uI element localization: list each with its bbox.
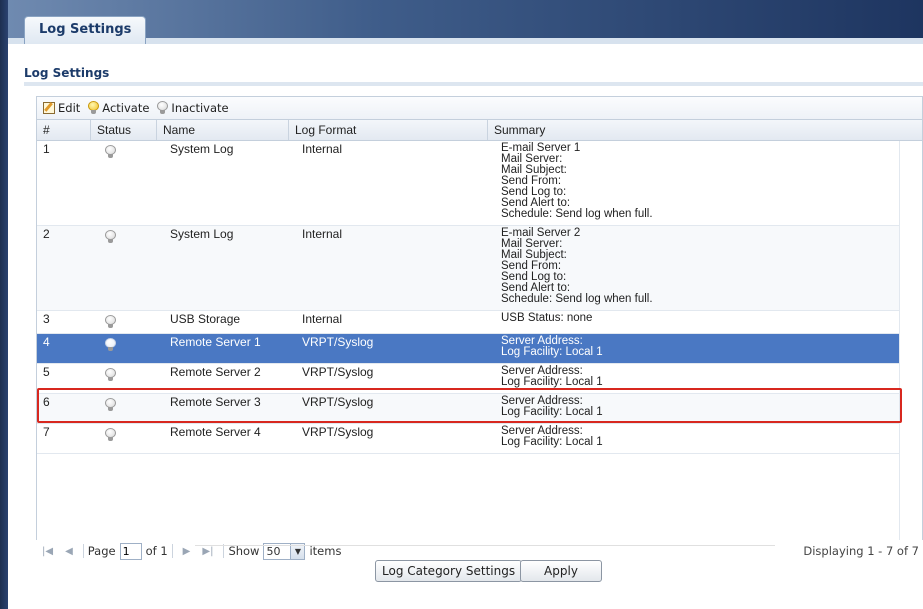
section-title: Log Settings: [24, 66, 110, 80]
row-status[interactable]: [99, 145, 119, 162]
summary-line: Schedule: Send log when full.: [501, 293, 653, 305]
log-category-settings-button[interactable]: Log Category Settings: [375, 560, 523, 582]
row-name: System Log: [170, 142, 234, 156]
pager-divider: [82, 544, 84, 558]
table-toolbar: Edit Activate Inactivate: [37, 97, 922, 119]
row-number: 2: [43, 227, 50, 241]
summary-line: USB Status: none: [501, 312, 593, 324]
row-name: Remote Server 2: [170, 365, 261, 379]
row-summary: E-mail Server 2 Mail Server: Mail Subject:…: [495, 227, 895, 305]
summary-line: Log Facility: Local 1: [501, 436, 603, 448]
row-number: 7: [43, 425, 50, 439]
edit-label: Edit: [58, 101, 81, 115]
footer-divider: [195, 545, 775, 546]
column-header-log-format[interactable]: Log Format: [289, 120, 488, 140]
section-divider: [24, 82, 923, 86]
row-number: 5: [43, 365, 50, 379]
last-page-icon[interactable]: ▶|: [196, 546, 219, 557]
edit-icon: [43, 102, 55, 114]
pager-divider: [171, 544, 173, 558]
summary-line: Log Facility: Local 1: [501, 346, 603, 358]
summary-line: Log Facility: Local 1: [501, 376, 603, 388]
row-summary: Server Address: Log Facility: Local 1: [495, 335, 895, 358]
bulb-off-icon: [105, 428, 116, 442]
next-page-icon[interactable]: ▶: [177, 546, 197, 557]
table-row[interactable]: 5 Remote Server 2 VRPT/Syslog Server Addres…: [37, 364, 899, 394]
table-row[interactable]: 7 Remote Server 4 VRPT/Syslog Server Addres…: [37, 424, 899, 454]
column-header-name[interactable]: Name: [157, 120, 289, 140]
column-header-summary[interactable]: Summary: [488, 120, 922, 140]
row-name: Remote Server 4: [170, 425, 261, 439]
activate-label: Activate: [102, 101, 150, 115]
table-row[interactable]: 3 USB Storage Internal USB Status: none: [37, 311, 899, 334]
page-number-input[interactable]: [119, 542, 142, 560]
row-status[interactable]: [99, 368, 119, 385]
row-summary: Server Address: Log Facility: Local 1: [495, 365, 895, 388]
column-header-number[interactable]: #: [37, 120, 91, 140]
show-label: Show: [228, 544, 260, 558]
row-number: 3: [43, 312, 50, 326]
row-log-format: VRPT/Syslog: [302, 425, 374, 439]
row-log-format: VRPT/Syslog: [302, 335, 374, 349]
row-name: Remote Server 3: [170, 395, 261, 409]
row-log-format: VRPT/Syslog: [302, 365, 374, 379]
bulb-on-icon: [88, 101, 100, 115]
row-log-format: VRPT/Syslog: [302, 395, 374, 409]
bulb-off-icon: [157, 101, 169, 115]
table-header-row: # Status Name Log Format Summary: [37, 119, 922, 141]
row-status[interactable]: [99, 398, 119, 415]
table-scrollbar[interactable]: [899, 141, 922, 553]
previous-page-icon[interactable]: ◀: [59, 546, 79, 557]
row-log-format: Internal: [302, 227, 343, 241]
apply-button[interactable]: Apply: [520, 560, 602, 582]
row-status[interactable]: [99, 428, 119, 445]
column-header-status[interactable]: Status: [91, 120, 157, 140]
first-page-icon[interactable]: |◀: [36, 546, 59, 557]
tab-log-settings[interactable]: Log Settings: [24, 16, 147, 44]
row-log-format: Internal: [302, 312, 343, 326]
items-label: items: [309, 544, 342, 558]
pager-divider: [223, 544, 225, 558]
row-summary: E-mail Server 1 Mail Server: Mail Subject:…: [495, 142, 895, 220]
row-name: Remote Server 1: [170, 335, 261, 349]
table-row[interactable]: 4 Remote Server 1 VRPT/Syslog Server Addres…: [37, 334, 899, 364]
row-name: System Log: [170, 227, 234, 241]
row-status[interactable]: [99, 315, 119, 332]
bulb-off-icon: [105, 315, 116, 329]
items-per-page-value: 50: [266, 544, 281, 558]
row-number: 6: [43, 395, 50, 409]
row-summary: USB Status: none: [495, 312, 895, 324]
edit-button[interactable]: Edit: [43, 101, 80, 115]
row-summary: Server Address: Log Facility: Local 1: [495, 425, 895, 448]
bulb-off-icon: [105, 338, 116, 352]
row-summary: Server Address: Log Facility: Local 1: [495, 395, 895, 418]
row-log-format: Internal: [302, 142, 343, 156]
page-of-label: of 1: [145, 544, 168, 558]
row-number: 4: [43, 335, 50, 349]
left-frame-edge: [0, 0, 8, 609]
table-row[interactable]: 1 System Log Internal E-mail Server 1 Mail S…: [37, 141, 899, 226]
bulb-off-icon: [105, 398, 116, 412]
summary-line: Log Facility: Local 1: [501, 406, 603, 418]
bulb-off-icon: [105, 145, 116, 159]
activate-button[interactable]: Activate: [88, 101, 149, 115]
bulb-off-icon: [105, 230, 116, 244]
summary-line: Schedule: Send log when full.: [501, 208, 653, 220]
bulb-off-icon: [105, 368, 116, 382]
display-count: Displaying 1 - 7 of 7: [803, 544, 919, 558]
row-number: 1: [43, 142, 50, 156]
page-label: Page: [87, 544, 116, 558]
inactivate-button[interactable]: Inactivate: [157, 101, 229, 115]
row-name: USB Storage: [170, 312, 241, 326]
table-row[interactable]: 2 System Log Internal E-mail Server 2 Mail S…: [37, 226, 899, 311]
pagination-bar: |◀ ◀ Page of 1 ▶ ▶| Show 50 ▼ items Disp…: [36, 540, 923, 562]
top-tab-bar: Log Settings: [8, 0, 923, 44]
row-status[interactable]: [99, 230, 119, 247]
row-status[interactable]: [99, 338, 119, 355]
content-panel: Log Settings Edit Activate Inactivate # …: [8, 44, 923, 609]
log-settings-table: Edit Activate Inactivate # Status Name L…: [36, 96, 923, 554]
inactivate-label: Inactivate: [171, 101, 229, 115]
table-row[interactable]: 6 Remote Server 3 VRPT/Syslog Server Addres…: [37, 394, 899, 424]
